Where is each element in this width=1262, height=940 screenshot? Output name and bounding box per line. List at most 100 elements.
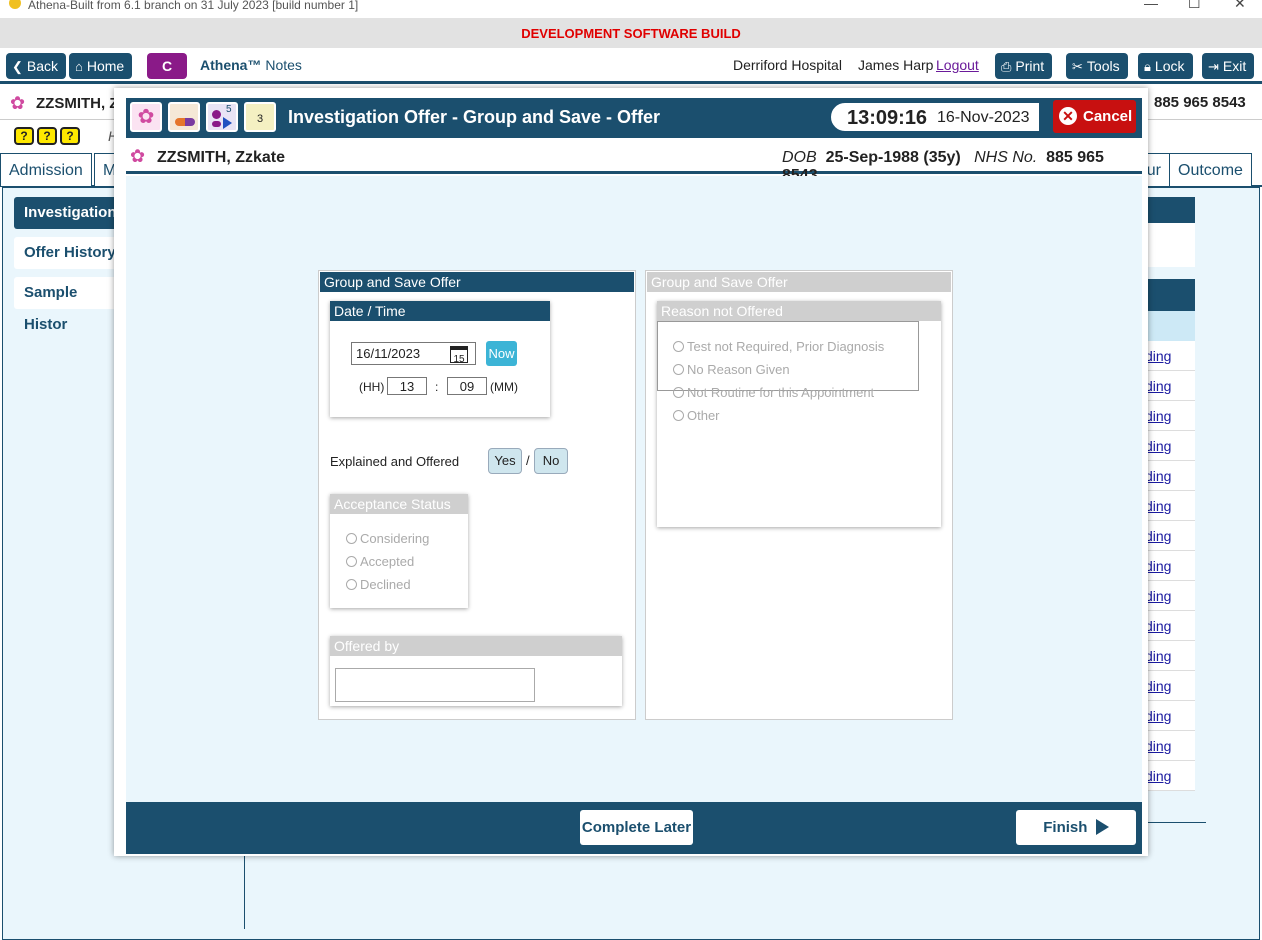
nav-offer-history[interactable]: Offer History: [14, 237, 124, 269]
home-icon: ⌂: [75, 59, 83, 74]
flower-icon[interactable]: ✿: [130, 102, 162, 132]
dialog-body: Group and Save Offer Date / Time 15 Now …: [126, 176, 1142, 802]
reason-notes-textarea[interactable]: [657, 321, 919, 391]
datetime-box: Date / Time 15 Now (HH) : (MM): [330, 301, 550, 417]
help-icon[interactable]: ?: [60, 127, 80, 145]
background-pending-link[interactable]: ding: [1145, 588, 1171, 604]
tab-outcome[interactable]: Outcome: [1169, 153, 1252, 186]
calendar-icon[interactable]: 3: [244, 102, 276, 132]
clock: 13:09:16 16-Nov-2023: [830, 102, 1040, 132]
back-label: Back: [26, 58, 59, 74]
background-table-row: [1140, 311, 1195, 341]
help-icon[interactable]: ?: [37, 127, 57, 145]
cancel-button[interactable]: ✕ Cancel: [1053, 100, 1136, 133]
reason-not-offered-title: Reason not Offered: [657, 301, 941, 321]
finish-button[interactable]: Finish: [1016, 810, 1136, 845]
logout-link[interactable]: Logout: [936, 57, 979, 73]
background-table-header: [1140, 279, 1195, 311]
background-pending-link[interactable]: ding: [1145, 558, 1171, 574]
background-pending-link[interactable]: ding: [1145, 678, 1171, 694]
brand-suffix: Notes: [265, 57, 302, 73]
home-button[interactable]: ⌂ Home: [69, 53, 133, 79]
window-title: Athena-Built from 6.1 branch on 31 July …: [28, 0, 359, 12]
investigation-offer-dialog: ✿ 5 3 Investigation Offer - Group and Sa…: [114, 88, 1148, 856]
offered-by-title: Offered by: [330, 636, 622, 656]
radio-reason-none-given[interactable]: No Reason Given: [673, 362, 790, 377]
radio-label: Accepted: [360, 554, 415, 569]
radio-reason-not-routine[interactable]: Not Routine for this Appointment: [673, 385, 874, 400]
explained-offered-label: Explained and Offered: [330, 454, 460, 469]
background-pending-link[interactable]: ding: [1145, 708, 1171, 724]
tools-icon: ✂: [1072, 59, 1083, 74]
dev-build-banner: DEVELOPMENT SOFTWARE BUILD: [0, 18, 1262, 48]
maximize-button[interactable]: ☐: [1188, 0, 1201, 10]
nav-sample-history[interactable]: Sample Histor: [14, 277, 124, 333]
no-button[interactable]: No: [534, 448, 568, 474]
background-pending-link[interactable]: ding: [1145, 528, 1171, 544]
datetime-title: Date / Time: [330, 301, 550, 321]
window-title-bar: Athena-Built from 6.1 branch on 31 July …: [0, 0, 1262, 18]
reason-panel-title: Group and Save Offer: [647, 272, 951, 292]
pills-icon[interactable]: [168, 102, 200, 132]
dob-value: 25-Sep-1988 (35y): [825, 149, 961, 166]
now-button[interactable]: Now: [486, 341, 517, 366]
radio-accepted[interactable]: Accepted: [346, 554, 414, 569]
close-window-button[interactable]: ✕: [1234, 0, 1246, 10]
radio-icon: [346, 579, 357, 590]
radio-reason-not-required[interactable]: Test not Required, Prior Diagnosis: [673, 339, 884, 354]
radio-label: No Reason Given: [687, 362, 790, 377]
offer-panel: Group and Save Offer Date / Time 15 Now …: [318, 270, 636, 720]
patient-name: ZZSMITH, Zzkate: [157, 149, 286, 166]
radio-declined[interactable]: Declined: [346, 577, 411, 592]
background-table-header: [1140, 197, 1195, 223]
minute-input[interactable]: [447, 377, 487, 395]
yes-button[interactable]: Yes: [488, 448, 522, 474]
user-name: James Harp: [858, 57, 934, 73]
background-pending-link[interactable]: ding: [1145, 378, 1171, 394]
background-pending-link[interactable]: ding: [1145, 648, 1171, 664]
calendar-count: 3: [256, 113, 264, 125]
nav-investigations[interactable]: Investigations: [14, 197, 125, 229]
background-pending-link[interactable]: ding: [1145, 348, 1171, 364]
background-pending-link[interactable]: ding: [1145, 768, 1171, 784]
colon: :: [435, 380, 439, 394]
minimize-button[interactable]: —: [1144, 0, 1158, 10]
divider: [244, 855, 245, 929]
flow-count: 5: [226, 104, 232, 115]
radio-reason-other[interactable]: Other: [673, 408, 720, 423]
background-pending-link[interactable]: ding: [1145, 468, 1171, 484]
background-patient-name: ZZSMITH, Z: [36, 95, 119, 112]
exit-icon: ⇥: [1208, 59, 1219, 74]
tab-admission[interactable]: Admission: [0, 153, 92, 186]
hour-input[interactable]: [387, 377, 427, 395]
background-pending-link[interactable]: ding: [1145, 498, 1171, 514]
calendar-icon[interactable]: 15: [450, 346, 468, 365]
background-pending-link[interactable]: ding: [1145, 408, 1171, 424]
radio-label: Test not Required, Prior Diagnosis: [687, 339, 885, 354]
flow-icon[interactable]: 5: [206, 102, 238, 132]
background-pending-link[interactable]: ding: [1145, 438, 1171, 454]
radio-considering[interactable]: Considering: [346, 531, 429, 546]
print-label: Print: [1015, 58, 1045, 74]
tools-label: Tools: [1086, 58, 1120, 74]
help-list-icon[interactable]: ?: [14, 127, 34, 145]
printer-icon: ⎙: [1001, 59, 1012, 74]
c-button[interactable]: C: [147, 53, 187, 79]
complete-later-button[interactable]: Complete Later: [580, 810, 693, 845]
radio-label: Other: [687, 408, 720, 423]
exit-label: Exit: [1222, 58, 1247, 74]
back-button[interactable]: ❮ Back: [6, 53, 67, 79]
background-pending-link[interactable]: ding: [1145, 618, 1171, 634]
radio-icon: [673, 410, 684, 421]
tools-button[interactable]: ✂ Tools: [1066, 53, 1128, 79]
yes-no-toggle: Yes / No: [488, 448, 578, 476]
exit-button[interactable]: ⇥ Exit: [1202, 53, 1255, 79]
offered-by-input[interactable]: [335, 668, 535, 702]
offer-panel-title: Group and Save Offer: [320, 272, 634, 292]
lock-button[interactable]: 🔒︎ Lock: [1138, 53, 1193, 79]
background-pending-link[interactable]: ding: [1145, 738, 1171, 754]
main-toolbar: ❮ Back ⌂ Home C Athena™ Notes Derriford Ho…: [0, 48, 1262, 84]
offered-by-box: Offered by: [330, 636, 622, 706]
reason-not-offered-box: Reason not Offered Test not Required, Pr…: [657, 301, 941, 527]
print-button[interactable]: ⎙ Print: [995, 53, 1053, 79]
